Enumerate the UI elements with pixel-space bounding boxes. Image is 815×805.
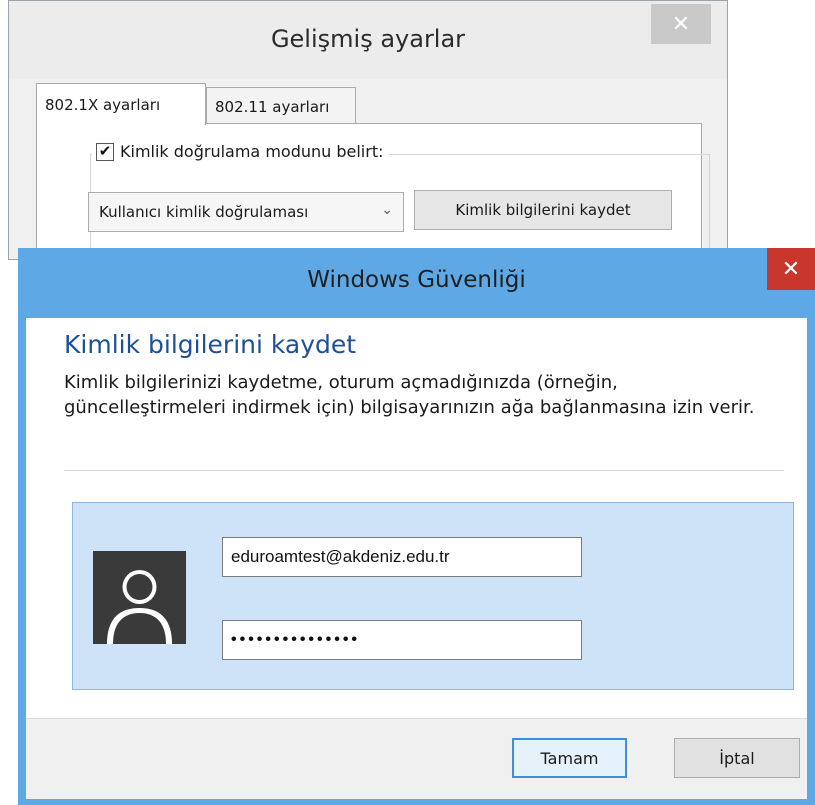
- password-field[interactable]: •••••••••••••••: [222, 620, 582, 660]
- tab-panel-8021x: ✔ Kimlik doğrulama modunu belirt: Kullan…: [36, 123, 710, 284]
- checkmark-icon: ✔: [98, 142, 112, 160]
- chevron-down-icon: ⌄: [381, 202, 393, 218]
- advanced-settings-dialog: Gelişmiş ayarlar ✕ 802.1X ayarları 802.1…: [8, 0, 728, 284]
- auth-mode-checkbox[interactable]: ✔: [96, 142, 114, 161]
- windows-security-close-button[interactable]: ✕: [767, 248, 815, 290]
- tab-80211-settings[interactable]: 802.11 ayarları: [206, 87, 356, 125]
- windows-security-content: Kimlik bilgilerini kaydet Kimlik bilgile…: [26, 318, 807, 718]
- advanced-settings-title: Gelişmiş ayarlar: [270, 25, 466, 53]
- content-divider: [64, 470, 784, 471]
- user-avatar-icon: [93, 551, 186, 644]
- close-icon: ✕: [671, 11, 691, 37]
- windows-security-dialog: Windows Güvenliği ✕ Kimlik bilgilerini k…: [18, 248, 815, 805]
- dialog-description: Kimlik bilgilerinizi kaydetme, oturum aç…: [64, 372, 755, 418]
- credential-tile: •••••••••••••••: [72, 502, 794, 690]
- ok-button[interactable]: Tamam: [512, 738, 627, 778]
- cancel-button[interactable]: İptal: [674, 738, 800, 778]
- auth-mode-checkbox-row[interactable]: ✔ Kimlik doğrulama modunu belirt:: [92, 142, 390, 161]
- advanced-settings-titlebar[interactable]: Gelişmiş ayarlar ✕: [9, 1, 727, 79]
- auth-mode-select-value: Kullanıcı kimlik doğrulaması: [99, 203, 309, 221]
- windows-security-title: Windows Güvenliği: [307, 267, 526, 293]
- dialog-heading: Kimlik bilgilerini kaydet: [64, 330, 357, 359]
- save-credentials-button[interactable]: Kimlik bilgilerini kaydet: [414, 190, 672, 230]
- advanced-settings-close-button[interactable]: ✕: [651, 4, 711, 44]
- close-icon: ✕: [781, 256, 801, 282]
- user-silhouette-icon: [107, 570, 172, 644]
- windows-security-titlebar[interactable]: Windows Güvenliği ✕: [18, 248, 815, 318]
- dialog-footer: Tamam İptal: [26, 718, 807, 799]
- auth-mode-checkbox-label: Kimlik doğrulama modunu belirt:: [120, 142, 384, 161]
- auth-mode-select[interactable]: Kullanıcı kimlik doğrulaması ⌄: [88, 192, 404, 232]
- username-field[interactable]: [222, 537, 582, 577]
- tab-8021x-settings[interactable]: 802.1X ayarları: [36, 83, 206, 125]
